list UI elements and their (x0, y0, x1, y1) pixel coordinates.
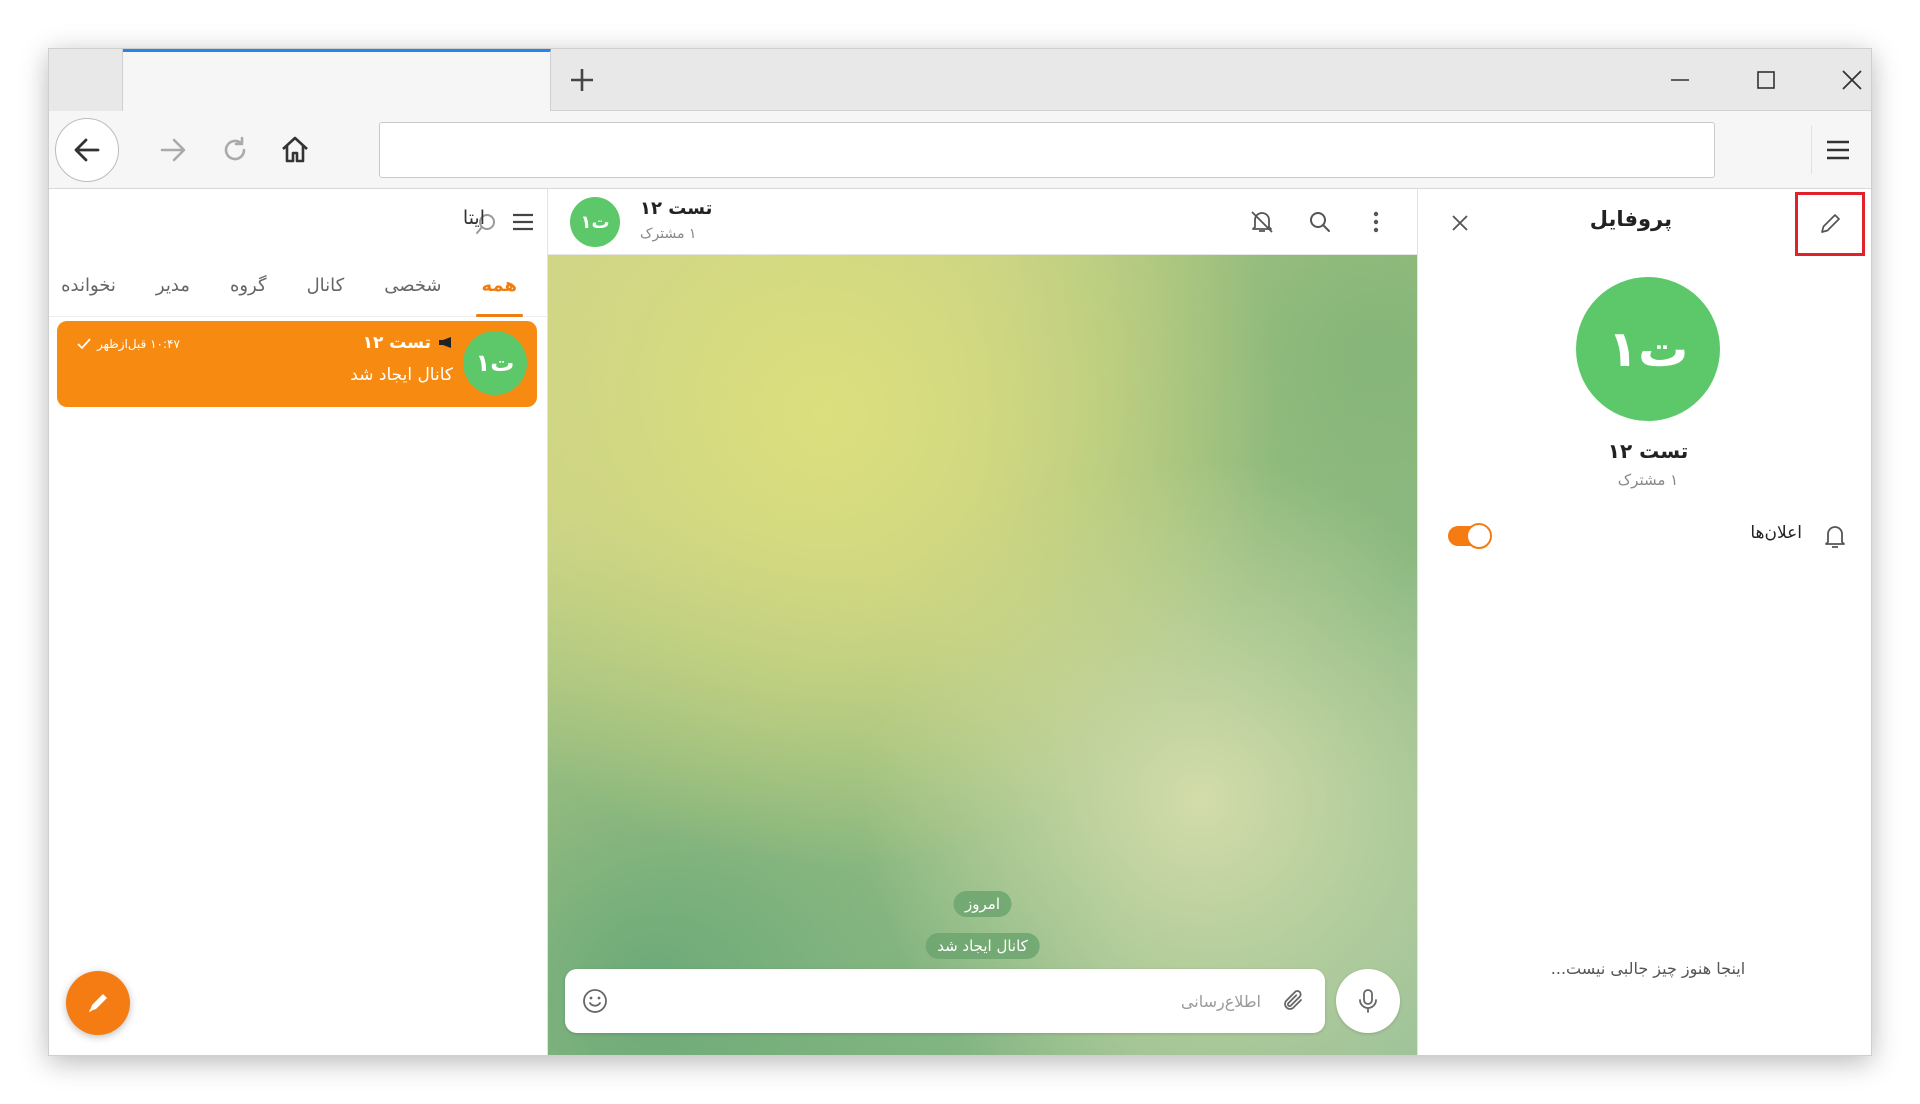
notifications-icon-wrap (1818, 519, 1852, 553)
folder-tab-group[interactable]: گروه (224, 255, 273, 317)
search-icon (1310, 212, 1330, 232)
avatar: ت۱ (570, 197, 620, 247)
new-message-button[interactable] (66, 971, 130, 1035)
minimize-icon (1671, 79, 1689, 81)
notifications-label: اعلان‌ها (1750, 523, 1802, 543)
notifications-toggle[interactable] (1448, 523, 1492, 549)
maximize-button[interactable] (1737, 57, 1795, 103)
message-composer (565, 969, 1325, 1033)
browser-window: ایتا همه شخصی کانال گروه مدیر نخوانده ت۱… (48, 48, 1872, 1056)
chat-subtitle: ۱ مشترک (640, 226, 697, 242)
megaphone-icon (439, 337, 451, 348)
navigation-bar (49, 111, 1871, 189)
browser-menu-button[interactable] (1811, 126, 1863, 174)
hamburger-menu-icon (513, 213, 533, 231)
plus-icon (571, 69, 593, 91)
tab-strip (49, 49, 1871, 112)
forward-button[interactable] (149, 126, 197, 174)
message-input[interactable] (661, 981, 1261, 1021)
chat-list-item[interactable]: ت۱ تست ۱۲ کانال ایجاد شد ۱۰:۴۷ قبل‌ازظهر (57, 321, 537, 407)
close-icon (1842, 70, 1862, 90)
home-icon (282, 136, 308, 163)
profile-avatar: ت۱ (1576, 277, 1720, 421)
empty-state-text: اینجا هنوز چیز جالبی نیست... (1550, 959, 1746, 978)
folder-tabs: همه شخصی کانال گروه مدیر نخوانده (49, 255, 547, 317)
attach-button[interactable] (1277, 985, 1309, 1017)
pencil-icon (89, 994, 107, 1012)
chat-header[interactable]: ت۱ تست ۱۲ ۱ مشترک (548, 189, 1417, 255)
maximize-icon (1757, 71, 1775, 89)
more-options-button[interactable] (1359, 205, 1393, 239)
app-name: ایتا (462, 207, 485, 229)
profile-name: تست ۱۲ (1607, 439, 1689, 463)
edit-profile-button[interactable] (1795, 192, 1865, 256)
emoji-button[interactable] (579, 985, 611, 1017)
check-icon (77, 338, 91, 350)
chat-item-last-message: کانال ایجاد شد (350, 365, 453, 385)
forward-arrow-icon (160, 138, 186, 162)
profile-subscribers: ۱ مشترک (1617, 471, 1679, 489)
folder-tab-all[interactable]: همه (475, 255, 524, 317)
date-divider: امروز (953, 891, 1012, 917)
url-bar[interactable] (379, 122, 1715, 178)
close-window-button[interactable] (1823, 57, 1871, 103)
close-icon (1452, 215, 1468, 231)
smile-icon (583, 989, 607, 1013)
microphone-icon (1359, 989, 1377, 1013)
chat-list-header: ایتا (49, 189, 547, 255)
profile-panel: پروفایل ت۱ تست ۱۲ ۱ مشترک اعلان‌ها اینجا… (1417, 189, 1871, 1055)
folder-tab-personal[interactable]: شخصی (378, 255, 447, 317)
app-menu-button[interactable] (505, 205, 541, 239)
chat-panel: ت۱ تست ۱۲ ۱ مشترک امروز کانال ایجاد شد (548, 189, 1417, 1055)
reload-icon (224, 136, 246, 161)
new-tab-button[interactable] (559, 57, 605, 103)
mute-button[interactable] (1245, 205, 1279, 239)
voice-record-button[interactable] (1336, 969, 1400, 1033)
pencil-icon (1821, 214, 1840, 233)
more-vertical-icon (1373, 211, 1379, 233)
hamburger-menu-icon (1826, 140, 1849, 160)
bell-off-icon (1251, 211, 1273, 233)
close-profile-button[interactable] (1444, 207, 1476, 239)
chat-item-time: ۱۰:۴۷ قبل‌ازظهر (97, 337, 180, 351)
home-button[interactable] (271, 126, 319, 174)
folder-tab-unread[interactable]: نخوانده (55, 255, 122, 317)
chat-item-meta: ۱۰:۴۷ قبل‌ازظهر (77, 337, 180, 351)
chat-background: امروز کانال ایجاد شد (548, 255, 1417, 1055)
back-button[interactable] (55, 118, 119, 182)
active-tab[interactable] (123, 49, 551, 112)
bell-icon (1825, 526, 1845, 548)
search-chat-button[interactable] (1303, 205, 1337, 239)
reload-button[interactable] (211, 126, 259, 174)
avatar: ت۱ (463, 331, 527, 395)
toggle-knob (1466, 523, 1492, 549)
chat-list-panel: ایتا همه شخصی کانال گروه مدیر نخوانده ت۱… (49, 189, 548, 1055)
chat-item-title-row: تست ۱۲ (363, 333, 453, 353)
back-arrow-icon (74, 138, 100, 162)
chat-item-title: تست ۱۲ (362, 333, 431, 353)
app-content: ایتا همه شخصی کانال گروه مدیر نخوانده ت۱… (49, 189, 1871, 1055)
folder-tab-channel[interactable]: کانال (301, 255, 351, 317)
service-message: کانال ایجاد شد (925, 933, 1040, 959)
paperclip-icon (1284, 990, 1302, 1010)
tab-placeholder[interactable] (49, 49, 123, 111)
profile-title: پروفایل (1589, 207, 1672, 231)
minimize-button[interactable] (1651, 57, 1709, 103)
folder-tab-admin[interactable]: مدیر (150, 255, 196, 317)
chat-title: تست ۱۲ (640, 198, 713, 219)
